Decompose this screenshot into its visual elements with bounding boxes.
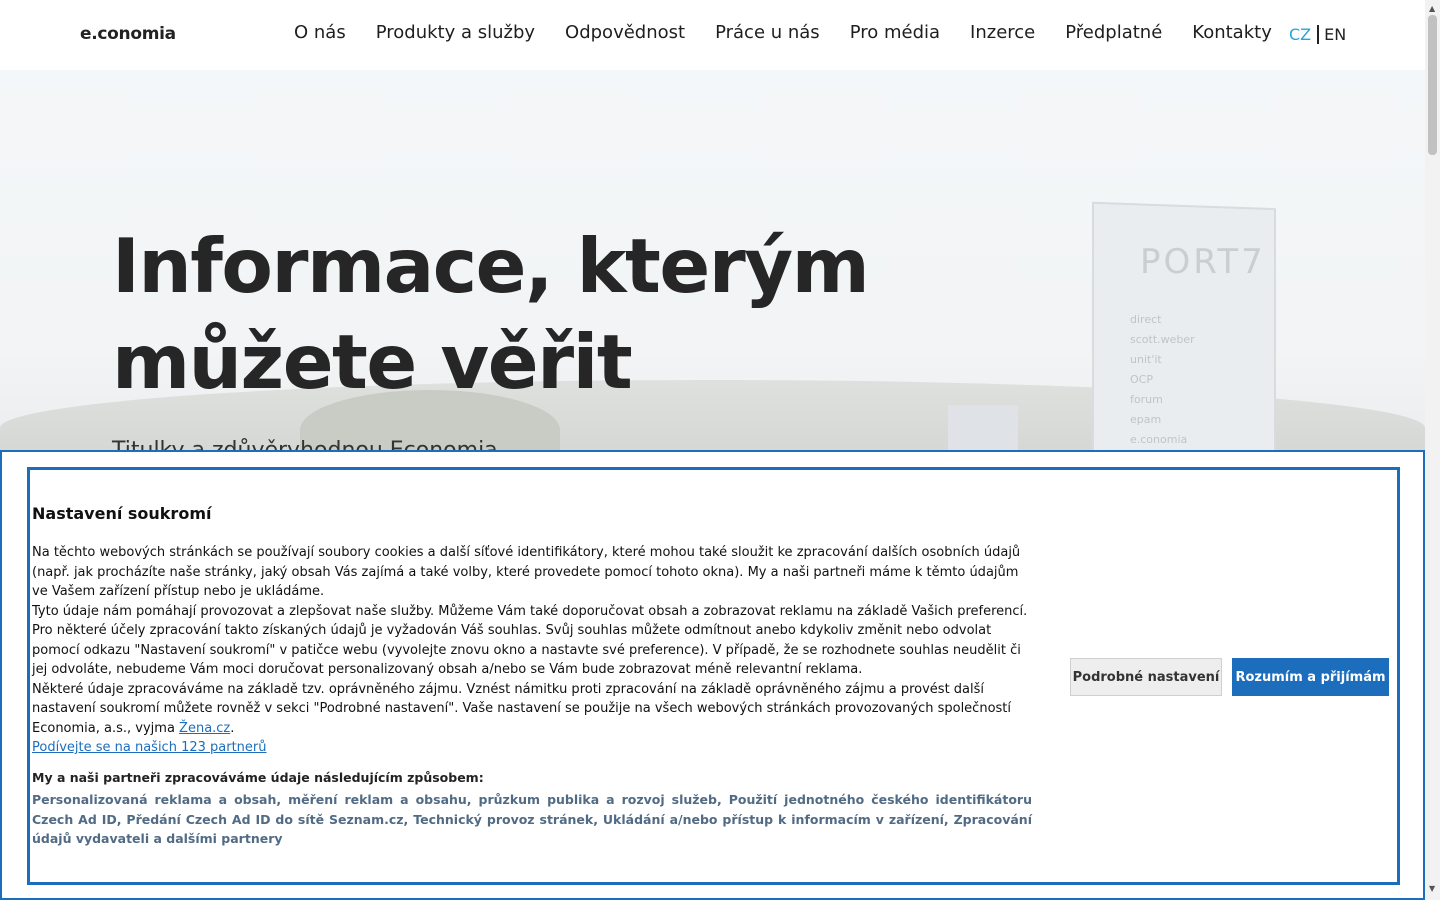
totem-title: PORT7 [1140, 242, 1266, 282]
site-header: e.conomia O nás Produkty a služby Odpově… [0, 0, 1425, 70]
language-switcher: CZ EN [1289, 25, 1346, 44]
nav-item-inzerce[interactable]: Inzerce [970, 22, 1035, 43]
lang-en-link[interactable]: EN [1319, 25, 1346, 44]
consent-title: Nastavení soukromí [32, 504, 212, 523]
scrollbar-thumb[interactable] [1428, 15, 1437, 155]
consent-paragraph: Podívejte se na našich 123 partnerů [32, 738, 1032, 758]
main-nav: O nás Produkty a služby Odpovědnost Prác… [294, 22, 1302, 43]
hero-section: PORT7 direct scott.weber unit'it OCP for… [0, 70, 1425, 470]
totem-logo: OCP [1130, 373, 1153, 386]
economia-logo[interactable]: e.conomia [80, 24, 176, 44]
consent-paragraph: Na těchto webových stránkách se používaj… [32, 545, 1021, 599]
purposes-heading: My a naši partneři zpracováváme údaje ná… [32, 770, 484, 785]
scroll-up-arrow-icon[interactable]: ▲ [1429, 4, 1435, 13]
nav-item-pro-media[interactable]: Pro média [850, 22, 940, 43]
totem-logos: direct scott.weber unit'it OCP forum epa… [1130, 310, 1270, 450]
consent-text: . [230, 720, 235, 736]
consent-body: Na těchto webových stránkách se používaj… [32, 543, 1032, 758]
totem-logo: unit'it [1130, 353, 1162, 366]
accept-button[interactable]: Rozumím a přijímám [1232, 658, 1389, 696]
partners-link[interactable]: Podívejte se na našich 123 partnerů [32, 740, 267, 755]
nav-item-o-nas[interactable]: O nás [294, 22, 346, 43]
hero-title: Informace, kterým můžete věřit [112, 218, 1012, 410]
totem-logo: epam [1130, 413, 1162, 426]
nav-item-produkty[interactable]: Produkty a služby [376, 22, 535, 43]
consent-paragraph: Tyto údaje nám pomáhají provozovat a zle… [32, 603, 1028, 678]
totem-logo: direct [1130, 313, 1162, 326]
consent-paragraph: Některé údaje zpracováváme na základě tz… [32, 680, 1032, 739]
nav-item-prace[interactable]: Práce u nás [715, 22, 820, 43]
purposes-list: Personalizovaná reklama a obsah, měření … [32, 792, 1032, 846]
totem-logo: forum [1130, 393, 1163, 406]
zena-cz-link[interactable]: Žena.cz [179, 721, 230, 736]
hero-title-line: Informace, kterým [112, 222, 870, 310]
nav-item-kontakty[interactable]: Kontakty [1192, 22, 1272, 43]
totem-logo: e.conomia [1130, 433, 1188, 446]
consent-inner-frame: Nastavení soukromí Na těchto webových st… [27, 467, 1400, 885]
privacy-consent-dialog: Nastavení soukromí Na těchto webových st… [0, 450, 1425, 900]
nav-item-predplatne[interactable]: Předplatné [1065, 22, 1162, 43]
totem-logo: scott.weber [1130, 333, 1195, 346]
scroll-down-arrow-icon[interactable]: ▼ [1429, 884, 1435, 893]
page-scrollbar[interactable]: ▲ ▼ [1425, 0, 1440, 900]
detailed-settings-button[interactable]: Podrobné nastavení [1070, 658, 1222, 696]
lang-cz-link[interactable]: CZ [1289, 25, 1320, 44]
nav-item-odpovednost[interactable]: Odpovědnost [565, 22, 685, 43]
hero-title-line: můžete věřit [112, 318, 633, 406]
